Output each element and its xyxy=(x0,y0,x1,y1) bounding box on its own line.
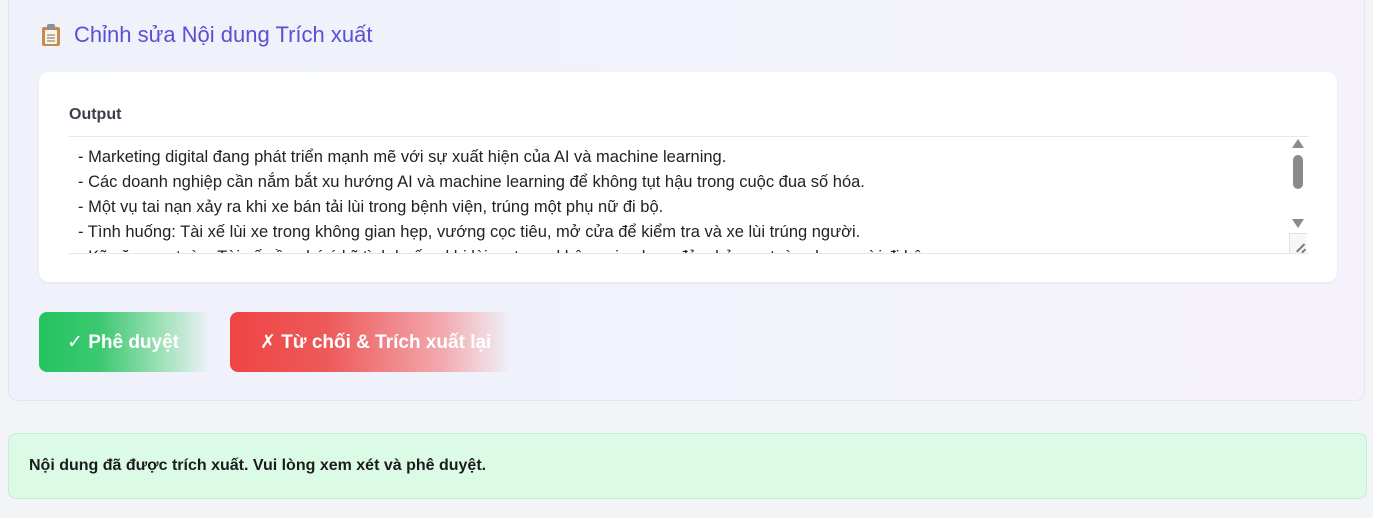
output-line: - Các doanh nghiệp cần nắm bắt xu hướng … xyxy=(78,173,865,191)
clipboard-icon xyxy=(42,24,60,46)
output-text-content: - Marketing digital đang phát triển mạnh… xyxy=(78,145,1288,253)
output-line: - Một vụ tai nạn xảy ra khi xe bán tải l… xyxy=(78,198,664,216)
reject-reextract-button[interactable]: ✗ Từ chối & Trích xuất lại xyxy=(230,312,512,372)
approve-button[interactable]: ✓ Phê duyệt xyxy=(39,312,211,372)
resize-handle-icon[interactable] xyxy=(1289,233,1307,253)
output-line: - Kỹ năng an toàn: Tài xế cần chú ý kỹ t… xyxy=(78,245,1288,253)
output-line: - Tình huống: Tài xế lùi xe trong không … xyxy=(78,223,861,241)
status-message: Nội dung đã được trích xuất. Vui lòng xe… xyxy=(8,433,1367,499)
scroll-up-arrow-icon[interactable] xyxy=(1292,139,1304,148)
output-label: Output xyxy=(69,106,122,123)
scroll-down-arrow-icon[interactable] xyxy=(1292,219,1304,228)
section-heading: Chỉnh sửa Nội dung Trích xuất xyxy=(42,20,372,50)
scrollbar-thumb[interactable] xyxy=(1293,155,1303,189)
output-card: Output - Marketing digital đang phát tri… xyxy=(39,72,1337,282)
textarea-scrollbar[interactable] xyxy=(1287,137,1309,253)
output-line: - Marketing digital đang phát triển mạnh… xyxy=(78,148,727,166)
section-title: Chỉnh sửa Nội dung Trích xuất xyxy=(74,22,373,47)
output-textarea[interactable]: - Marketing digital đang phát triển mạnh… xyxy=(69,136,1309,254)
